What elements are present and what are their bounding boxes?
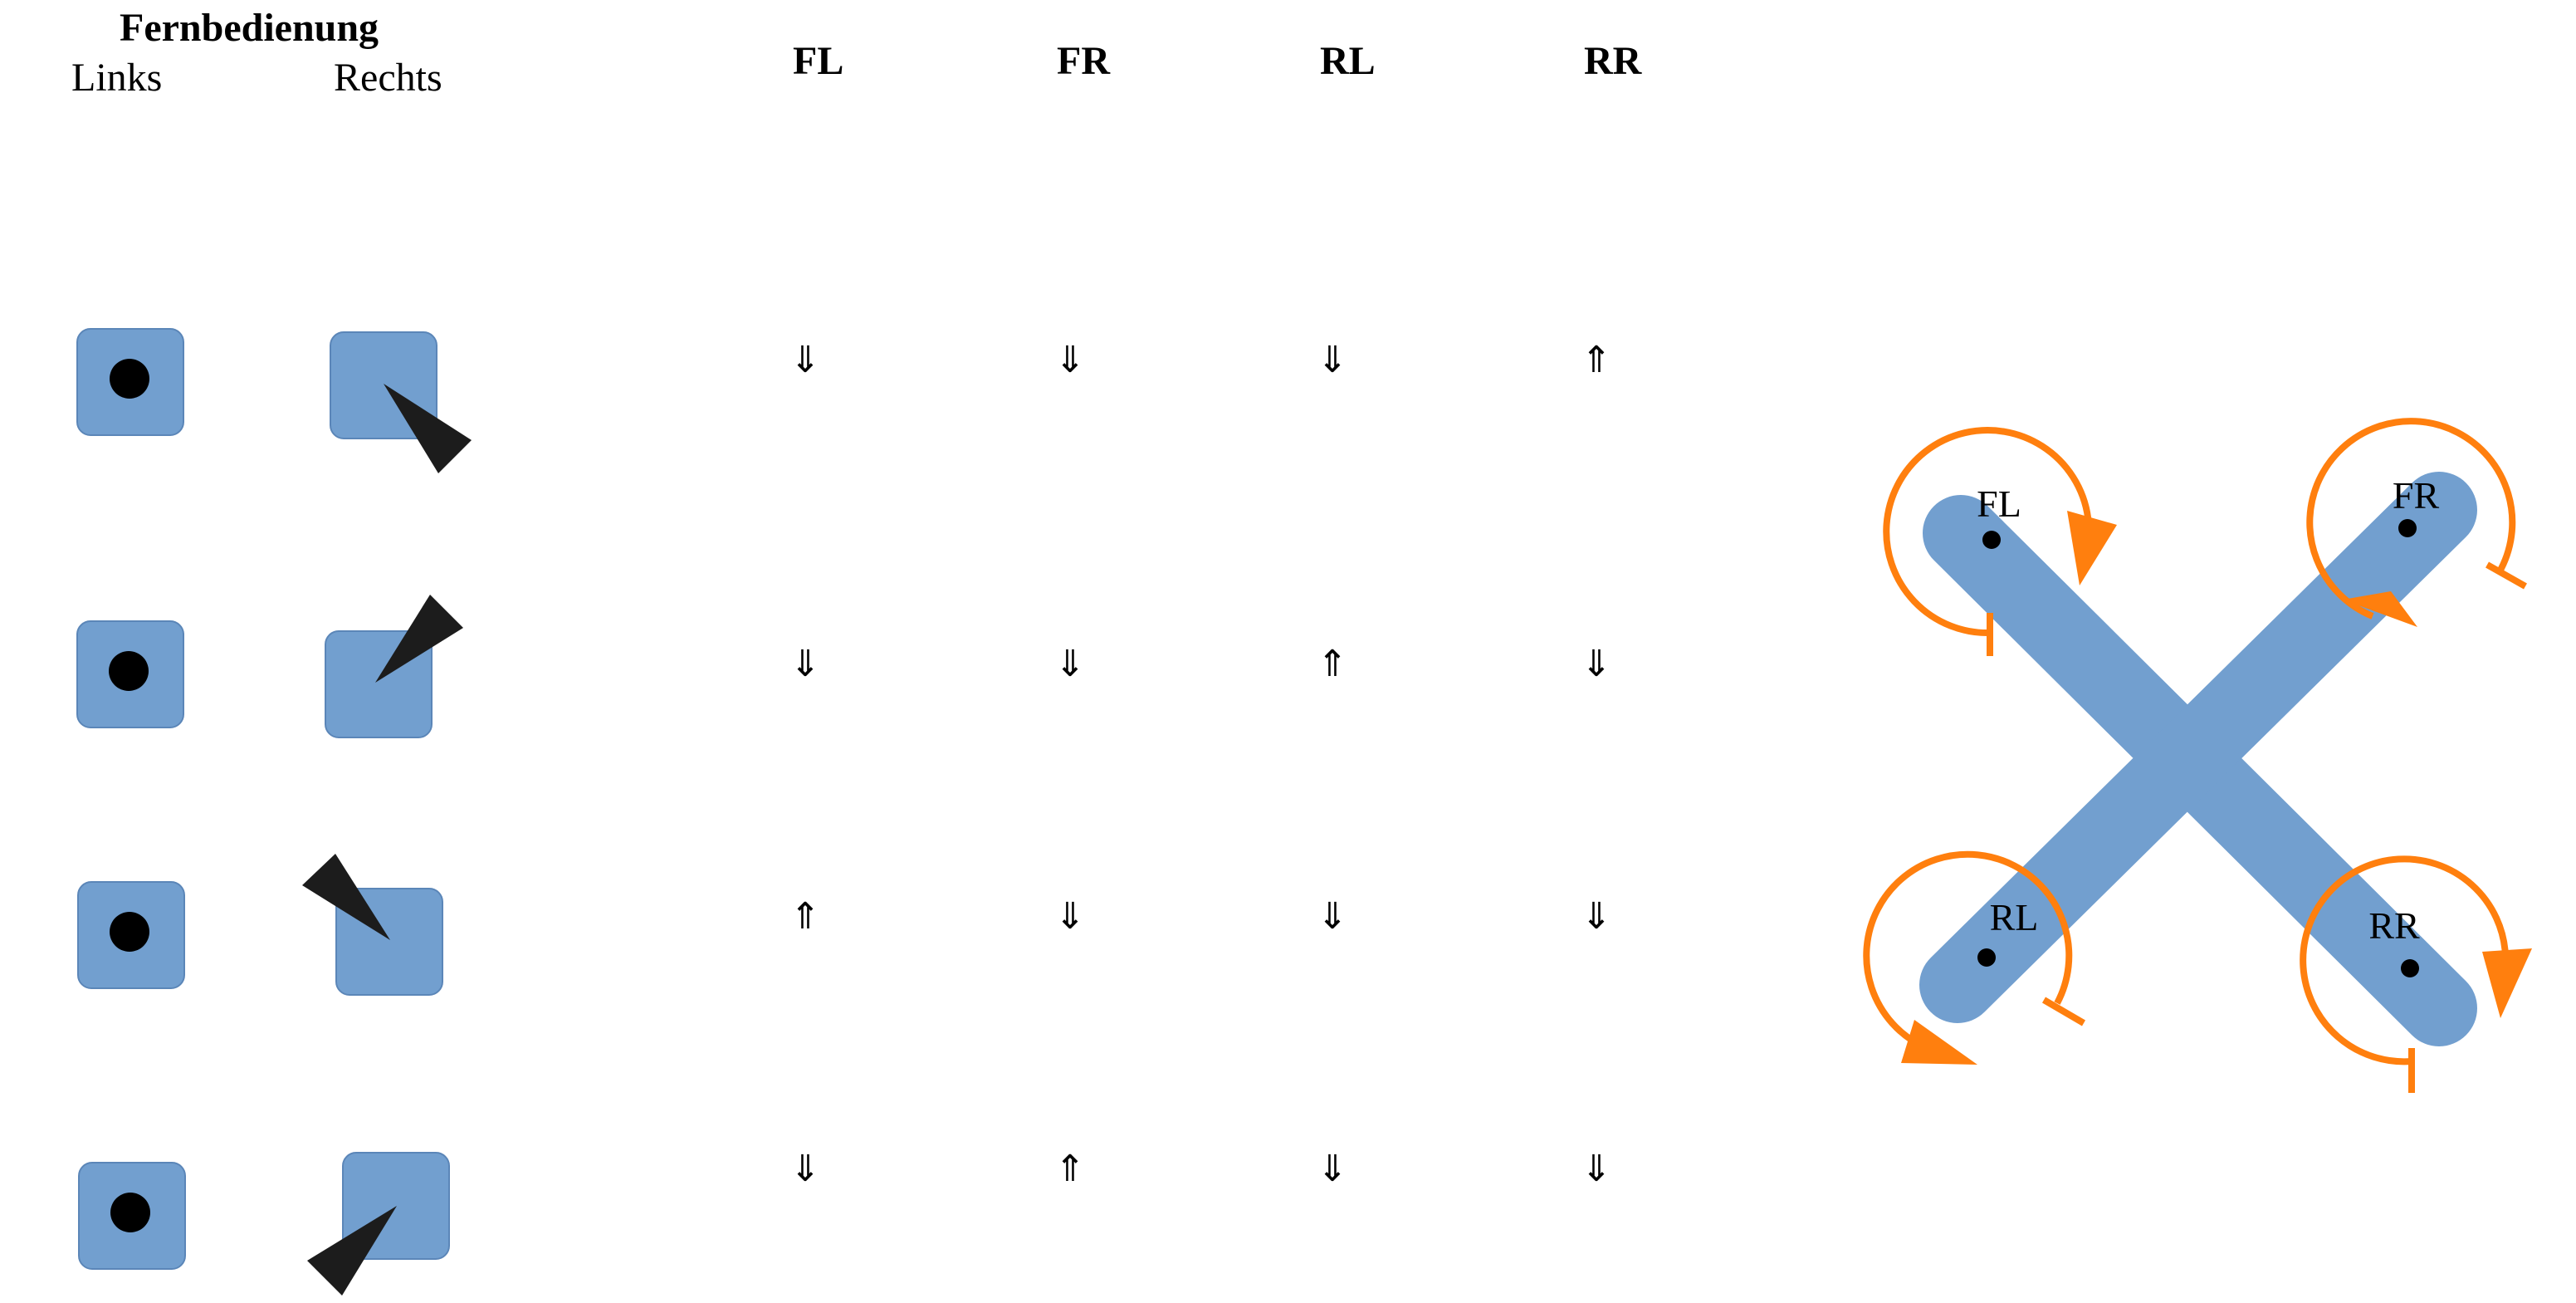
motor-dot-fl: [1982, 531, 2001, 549]
motor-header-rl: RL: [1320, 39, 1376, 83]
motor-header-rr: RR: [1584, 39, 1642, 83]
right-stick-row-4: [307, 1152, 450, 1296]
thrust-arrow: ⇓: [789, 643, 821, 685]
motor-header-fr: FR: [1057, 39, 1110, 83]
thrust-arrow: ⇓: [1054, 895, 1086, 938]
thrust-arrow: ⇑: [1054, 1148, 1086, 1190]
motor-dot-rl: [1977, 948, 1996, 967]
thrust-arrow: ⇓: [1317, 339, 1348, 381]
motor-dot-fr: [2398, 519, 2417, 537]
motor-header-fl: FL: [793, 39, 844, 83]
drone-label-fr: FR: [2393, 474, 2440, 517]
thrust-arrow: ⇓: [1317, 1148, 1348, 1190]
left-stick-row-1: [76, 328, 184, 436]
diagram-canvas: Fernbedienung Links Rechts FL FR RL RR ⇓…: [0, 0, 2576, 1303]
thrust-arrow: ⇓: [1054, 643, 1086, 685]
left-stick-row-2: [76, 620, 184, 728]
thrust-arrow: ⇑: [1581, 339, 1612, 381]
drone-diagram: FL FR RL RR: [1863, 418, 2532, 1093]
thrust-arrow: ⇑: [1317, 643, 1348, 685]
left-stick-row-3: [77, 881, 185, 989]
motor-dot-rr: [2401, 959, 2419, 977]
drone-label-rr: RR: [2368, 904, 2420, 947]
thrust-arrow: ⇓: [1581, 895, 1612, 938]
drone-label-rl: RL: [1990, 896, 2039, 938]
thrust-arrow: ⇓: [1054, 339, 1086, 381]
thrust-arrow: ⇓: [1317, 895, 1348, 938]
remote-sticks: [76, 328, 472, 1296]
thrust-arrow: ⇓: [789, 339, 821, 381]
thrust-arrow: ⇑: [789, 895, 821, 938]
right-stick-row-2: [325, 595, 463, 738]
drone-label-fl: FL: [1977, 483, 2021, 525]
thrust-arrow: ⇓: [1581, 1148, 1612, 1190]
right-stick-row-3: [302, 854, 443, 996]
left-stick-row-4: [78, 1162, 186, 1270]
thrust-arrow: ⇓: [789, 1148, 821, 1190]
right-stick-row-1: [330, 331, 472, 473]
thrust-arrow: ⇓: [1581, 643, 1612, 685]
